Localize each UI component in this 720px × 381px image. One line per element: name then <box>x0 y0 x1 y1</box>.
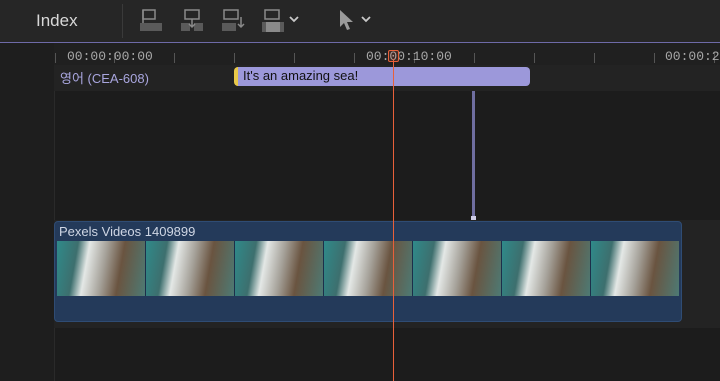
caption-lane-label: 영어 (CEA-608) <box>60 71 149 86</box>
filmstrip-frame <box>324 241 413 296</box>
insert-clip-icon[interactable] <box>179 8 205 34</box>
select-tool-icon[interactable] <box>338 8 356 32</box>
video-clip-name: Pexels Videos 1409899 <box>59 224 196 239</box>
caption-clip-text: It's an amazing sea! <box>243 68 359 83</box>
filmstrip <box>57 241 679 296</box>
timeline-ruler[interactable]: 00:00:00:00 00:00:10:00 00:00:2 <box>54 43 720 65</box>
playhead[interactable] <box>393 59 394 381</box>
timeline-left-gutter <box>0 43 55 381</box>
toolbar: Index <box>0 0 720 42</box>
timecode-label: 00:00:10:00 <box>366 49 452 64</box>
filmstrip-frame <box>502 241 591 296</box>
timecode-label: 00:00:00:00 <box>67 49 153 64</box>
caption-connection-line <box>472 91 475 218</box>
filmstrip-frame <box>413 241 502 296</box>
connect-clip-icon[interactable] <box>138 8 164 34</box>
video-clip[interactable]: Pexels Videos 1409899 <box>54 221 682 322</box>
caption-clip[interactable]: It's an amazing sea! <box>234 67 530 86</box>
filmstrip-frame <box>235 241 324 296</box>
timecode-label: 00:00:2 <box>665 49 720 64</box>
filmstrip-frame <box>591 241 679 296</box>
filmstrip-frame <box>146 241 235 296</box>
append-clip-icon[interactable] <box>220 8 246 34</box>
overwrite-dropdown-chevron-icon[interactable] <box>288 14 300 26</box>
filmstrip-frame <box>57 241 146 296</box>
index-button[interactable]: Index <box>36 11 78 31</box>
overwrite-clip-icon[interactable] <box>260 8 286 34</box>
toolbar-divider <box>122 4 123 38</box>
tool-dropdown-chevron-icon[interactable] <box>360 14 372 26</box>
